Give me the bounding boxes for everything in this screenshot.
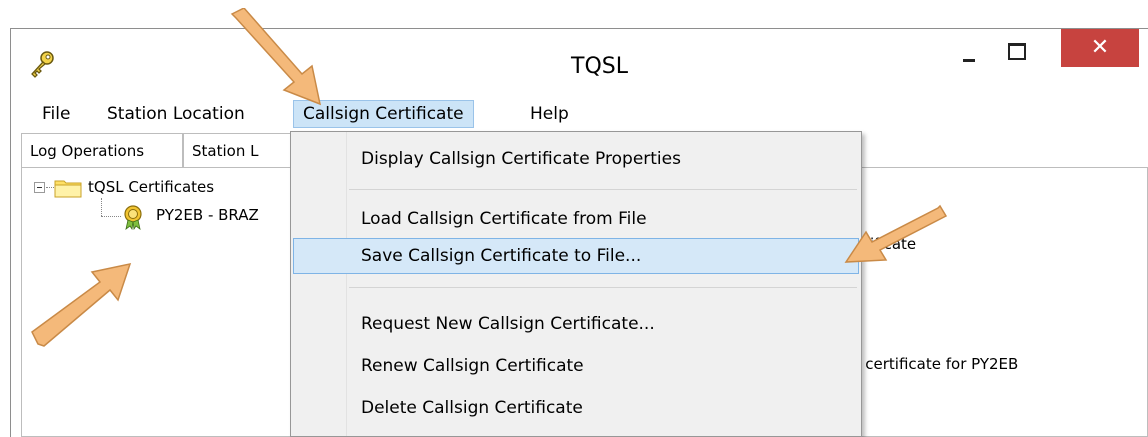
collapse-toggle-icon[interactable] [34, 182, 45, 193]
tab-station-locations[interactable]: Station L [183, 133, 303, 167]
menu-item-renew[interactable]: Renew Callsign Certificate [293, 348, 859, 384]
menu-item-delete[interactable]: Delete Callsign Certificate [293, 390, 859, 426]
menu-separator [349, 189, 857, 190]
menu-help[interactable]: Help [521, 100, 578, 128]
tab-log-operations[interactable]: Log Operations [21, 133, 183, 167]
certificate-icon [124, 205, 142, 230]
tree-root-label[interactable]: tQSL Certificates [88, 178, 214, 196]
menu-separator [349, 287, 857, 288]
menu-bar: File Station Location Callsign Certifica… [11, 97, 1148, 131]
tree-certificate-label[interactable]: PY2EB - BRAZ [156, 206, 259, 224]
folder-icon [54, 180, 82, 198]
minimize-button[interactable] [946, 37, 992, 67]
panel-action-text[interactable]: n certificate for PY2EB [851, 355, 1018, 373]
pointer-arrow-icon [31, 262, 132, 347]
tree-connector [101, 198, 102, 216]
tree-connector [101, 216, 121, 217]
close-icon: ✕ [1090, 35, 1110, 60]
menu-item-load-from-file[interactable]: Load Callsign Certificate from File [293, 201, 859, 237]
callsign-certificate-dropdown: Display Callsign Certificate Properties … [290, 131, 862, 437]
pointer-arrow-icon [844, 204, 948, 263]
menu-item-display-properties[interactable]: Display Callsign Certificate Properties [293, 141, 859, 177]
close-button[interactable]: ✕ [1061, 29, 1139, 67]
title-bar: TQSL ✕ [11, 29, 1148, 97]
pointer-arrow-icon [230, 8, 322, 106]
menu-item-request-new[interactable]: Request New Callsign Certificate... [293, 306, 859, 342]
menu-file[interactable]: File [33, 100, 79, 128]
maximize-button[interactable] [992, 37, 1038, 67]
menu-item-save-to-file[interactable]: Save Callsign Certificate to File... [293, 238, 859, 274]
